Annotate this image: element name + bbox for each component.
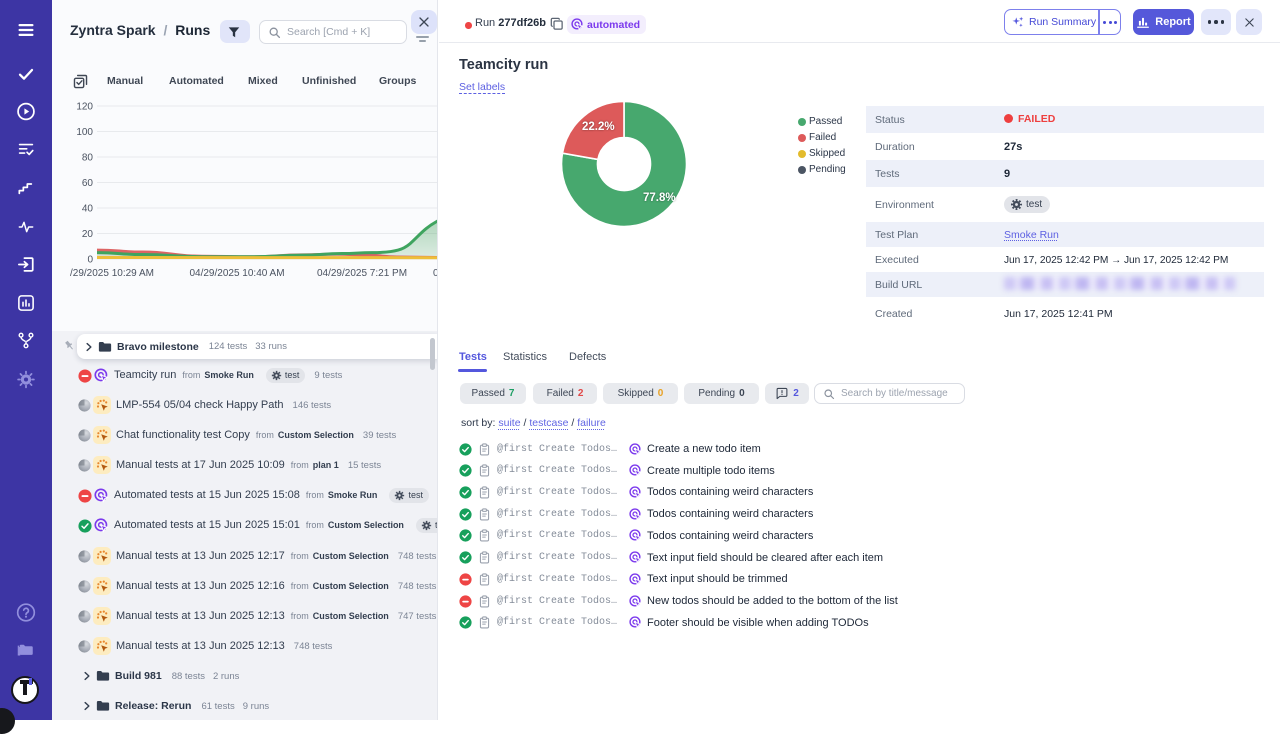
svg-text:100: 100 (76, 127, 93, 138)
svg-text:120: 120 (76, 102, 93, 113)
svg-text:22.2%: 22.2% (582, 121, 615, 133)
svg-text:0: 0 (87, 255, 93, 266)
svg-text:20: 20 (82, 229, 94, 240)
svg-text:77.8%: 77.8% (643, 192, 676, 204)
svg-text:40: 40 (82, 204, 94, 215)
svg-text:80: 80 (82, 153, 94, 164)
svg-text:60: 60 (82, 178, 94, 189)
